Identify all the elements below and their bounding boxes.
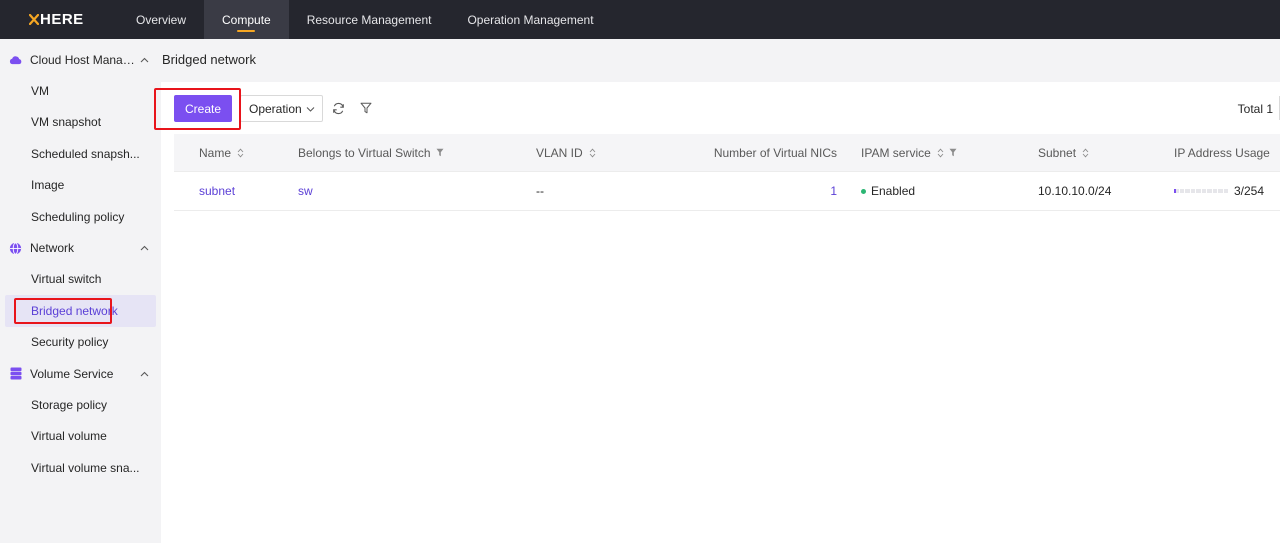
total-count: Total 1 — [1237, 102, 1273, 116]
column-header-label: IP Address Usage — [1174, 145, 1270, 160]
top-navigation-bar: HERE Overview Compute Resource Managemen… — [0, 0, 1280, 39]
ip-usage-segment — [1223, 189, 1228, 193]
filter-icon[interactable] — [436, 148, 444, 157]
row-vlan-id: -- — [536, 184, 544, 198]
sort-icon[interactable] — [237, 148, 244, 158]
sidebar-item-security-policy[interactable]: Security policy — [5, 327, 156, 359]
table-header: Name Belongs to Virtual Switch VLAN ID N… — [174, 134, 1280, 172]
status-dot-icon — [861, 188, 866, 194]
chevron-up-icon[interactable] — [140, 245, 150, 251]
column-header-label: Number of Virtual NICs — [713, 145, 837, 160]
nav-overview-label: Overview — [136, 12, 187, 27]
operation-dropdown[interactable]: Operation — [240, 95, 323, 122]
ip-usage-progress-bar — [1174, 189, 1228, 193]
xhere-logo-icon — [29, 14, 39, 25]
column-header-label: Name — [199, 145, 232, 160]
ip-usage-segment — [1196, 189, 1201, 193]
database-icon — [9, 367, 22, 380]
sidebar: Cloud Host Manage... VM VM snapshot Sche… — [0, 39, 161, 543]
column-header-label: VLAN ID — [536, 145, 583, 160]
column-header-label: Subnet — [1038, 145, 1077, 160]
column-header-label: IPAM service — [861, 145, 931, 160]
row-ipam-service: Enabled — [861, 172, 915, 210]
ip-usage-text: 3/254 — [1234, 184, 1265, 198]
nav-operation-management-label: Operation Management — [467, 12, 594, 27]
column-header-ip-usage: IP Address Usage — [1174, 134, 1270, 171]
column-header-virtual-switch[interactable]: Belongs to Virtual Switch — [298, 134, 444, 171]
filter-icon[interactable] — [949, 148, 957, 157]
nav-resource-management[interactable]: Resource Management — [289, 0, 450, 39]
sidebar-item-virtual-switch[interactable]: Virtual switch — [5, 264, 156, 296]
sidebar-item-scheduling-policy[interactable]: Scheduling policy — [5, 201, 156, 233]
globe-icon — [9, 241, 22, 255]
sidebar-group-volume-service[interactable]: Volume Service — [0, 358, 161, 389]
ip-usage-segment — [1212, 189, 1217, 193]
nav-resource-management-label: Resource Management — [306, 12, 432, 27]
ip-usage-segment — [1201, 189, 1206, 193]
row-ip-usage: 3/254 — [1174, 172, 1264, 210]
sidebar-group-label: Volume Service — [30, 366, 114, 381]
row-nic-count-link[interactable]: 1 — [724, 172, 837, 210]
filter-icon[interactable] — [359, 101, 373, 115]
nav-compute[interactable]: Compute — [204, 0, 289, 39]
sidebar-item-scheduled-snapshot[interactable]: Scheduled snapsh... — [5, 138, 156, 170]
column-header-nic-count: Number of Virtual NICs — [714, 134, 837, 171]
row-virtual-switch-link[interactable]: sw — [298, 172, 313, 210]
sidebar-item-bridged-network[interactable]: Bridged network — [5, 295, 156, 327]
cloud-icon — [9, 53, 22, 66]
column-header-vlan-id[interactable]: VLAN ID — [536, 134, 596, 171]
column-header-subnet[interactable]: Subnet — [1038, 134, 1089, 171]
sidebar-item-virtual-volume-snapshot[interactable]: Virtual volume sna... — [5, 452, 156, 484]
column-header-ipam-service[interactable]: IPAM service — [861, 134, 957, 171]
sidebar-item-storage-policy[interactable]: Storage policy — [5, 389, 156, 421]
refresh-icon[interactable] — [331, 101, 345, 115]
sort-icon[interactable] — [937, 148, 944, 158]
sidebar-group-label: Network — [30, 241, 75, 255]
ip-usage-segment — [1207, 189, 1212, 193]
app-logo-text: HERE — [40, 11, 84, 28]
row-name-link[interactable]: subnet — [199, 172, 235, 210]
main-panel: Create Operation Total 1 Name Belongs to… — [161, 82, 1280, 543]
ip-usage-segment — [1179, 189, 1184, 193]
ip-usage-segment — [1185, 189, 1190, 193]
nav-operation-management[interactable]: Operation Management — [449, 0, 611, 39]
status-badge: Enabled — [871, 184, 916, 198]
create-button[interactable]: Create — [174, 95, 232, 122]
operation-dropdown-label: Operation — [249, 101, 302, 116]
nav-overview[interactable]: Overview — [118, 0, 204, 39]
chevron-down-icon — [306, 106, 315, 112]
sidebar-group-label: Cloud Host Manage... — [30, 52, 136, 67]
sidebar-item-image[interactable]: Image — [5, 170, 156, 202]
ip-usage-segment — [1190, 189, 1195, 193]
sidebar-group-cloud-host-management[interactable]: Cloud Host Manage... — [0, 44, 161, 75]
page-title: Bridged network — [162, 52, 256, 67]
sort-icon[interactable] — [589, 148, 596, 158]
row-subnet: 10.10.10.0/24 — [1038, 184, 1112, 198]
sort-icon[interactable] — [1082, 148, 1089, 158]
column-header-label: Belongs to Virtual Switch — [298, 145, 431, 160]
toolbar: Create Operation Total 1 — [161, 82, 1280, 134]
sidebar-group-network[interactable]: Network — [0, 233, 161, 264]
ip-usage-fill — [1174, 189, 1176, 193]
chevron-up-icon[interactable] — [140, 371, 150, 377]
table-row[interactable]: subnet sw -- 1 Enabled 10.10.10.0/24 3/2… — [174, 172, 1280, 211]
ip-usage-segment — [1218, 189, 1223, 193]
column-header-name[interactable]: Name — [199, 134, 244, 171]
app-logo[interactable]: HERE — [0, 11, 118, 28]
nav-compute-label: Compute — [222, 12, 271, 27]
sidebar-item-vm[interactable]: VM — [5, 75, 156, 107]
chevron-up-icon[interactable] — [140, 57, 150, 63]
sidebar-item-virtual-volume[interactable]: Virtual volume — [5, 421, 156, 453]
sidebar-item-vm-snapshot[interactable]: VM snapshot — [5, 107, 156, 139]
